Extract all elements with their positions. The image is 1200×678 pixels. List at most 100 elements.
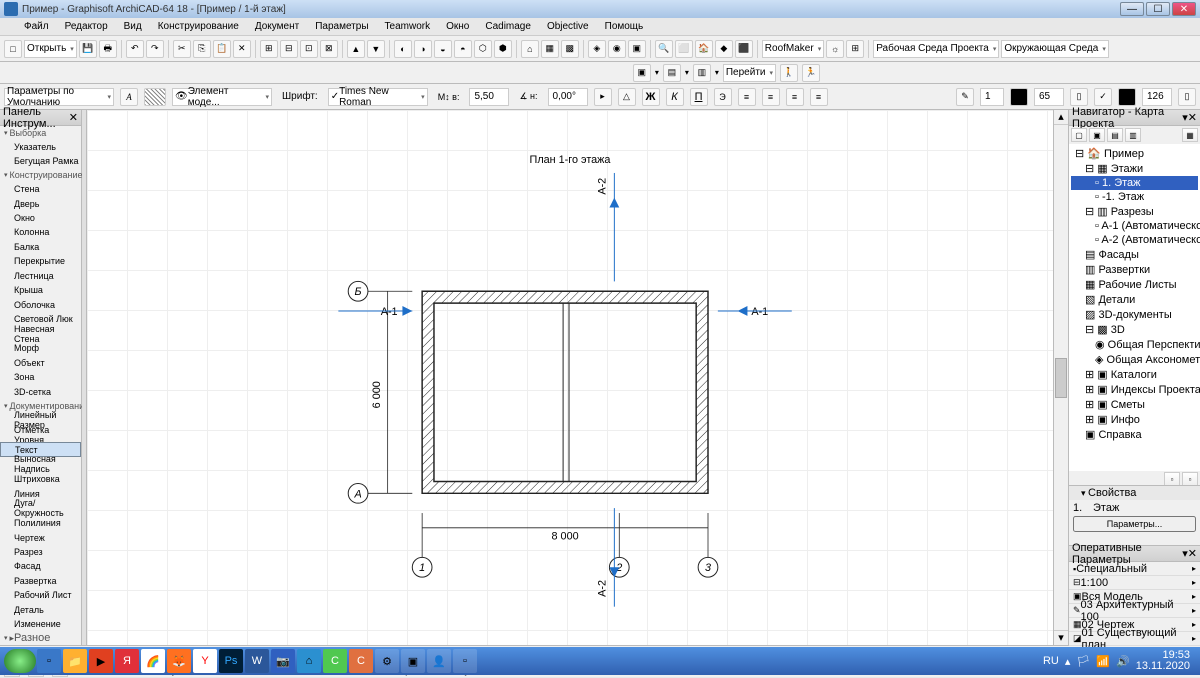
run-icon[interactable]: 🏃: [802, 64, 820, 82]
quick-row[interactable]: ✎ 03 Архитектурный 100▸: [1069, 604, 1200, 618]
taskbar-app-icon[interactable]: ▫: [453, 649, 477, 673]
tree-estimates[interactable]: ⊞ ▣ Сметы: [1071, 397, 1198, 412]
tool-arc[interactable]: Дуга/Окружность: [0, 501, 81, 516]
font-dropdown[interactable]: ✓ Times New Roman: [328, 88, 428, 106]
tree-icon[interactable]: ▫: [1182, 472, 1198, 486]
taskbar-app-icon[interactable]: C: [349, 649, 373, 673]
tree-details[interactable]: ▧ Детали: [1071, 292, 1198, 307]
taskbar-app-icon[interactable]: ▫: [37, 649, 61, 673]
tb-icon[interactable]: ⊞: [846, 40, 864, 58]
taskbar-app-icon[interactable]: 🌈: [141, 649, 165, 673]
new-button[interactable]: □: [4, 40, 22, 58]
tree-help[interactable]: ▣ Справка: [1071, 427, 1198, 442]
quick-row[interactable]: ⊟ 1:100▸: [1069, 576, 1200, 590]
tree-floor-neg1[interactable]: ▫ -1. Этаж: [1071, 190, 1198, 204]
tray-volume-icon[interactable]: 🔊: [1116, 655, 1130, 668]
tool-curtain-wall[interactable]: Навесная Стена: [0, 326, 81, 341]
tool-group-selection[interactable]: Выборка: [0, 126, 81, 139]
tool-label[interactable]: Выносная Надпись: [0, 457, 81, 472]
font-size-input[interactable]: 5,50: [469, 88, 509, 106]
tb-icon[interactable]: ◑: [414, 40, 432, 58]
canvas-area[interactable]: План 1-го этажа 1 2 3: [87, 110, 1053, 645]
italic-button[interactable]: К: [666, 88, 684, 106]
taskbar-app-icon[interactable]: W: [245, 649, 269, 673]
maximize-button[interactable]: ☐: [1146, 2, 1170, 16]
tool-interior-elev[interactable]: Развертка: [0, 574, 81, 588]
roofmaker-dropdown[interactable]: RoofMaker: [762, 40, 824, 58]
tree-worksheets[interactable]: ▦ Рабочие Листы: [1071, 277, 1198, 292]
copy-button[interactable]: ⎘: [193, 40, 211, 58]
tool-group-other[interactable]: ▸ Разное: [0, 631, 81, 644]
menu-window[interactable]: Окно: [442, 19, 473, 34]
tool-elevation[interactable]: Фасад: [0, 559, 81, 573]
height1-input[interactable]: 65: [1034, 88, 1064, 106]
strike-button[interactable]: Э: [714, 88, 732, 106]
open-dropdown[interactable]: Открыть: [24, 40, 77, 58]
paste-button[interactable]: 📋: [213, 40, 231, 58]
tool-morph[interactable]: Морф: [0, 341, 81, 355]
menu-teamwork[interactable]: Teamwork: [381, 19, 435, 34]
nav-tab-more[interactable]: ▦: [1182, 128, 1198, 142]
tb-icon[interactable]: ⌂: [521, 40, 539, 58]
tree-floor-1[interactable]: ▫ 1. Этаж: [1071, 176, 1198, 190]
tool-level-dim[interactable]: Отметка Уровня: [0, 427, 81, 442]
tray-flag-icon[interactable]: 🏳: [1076, 655, 1090, 668]
tb-icon[interactable]: ◆: [715, 40, 733, 58]
height2-input[interactable]: 126: [1142, 88, 1172, 106]
text-tool-icon[interactable]: A: [120, 88, 138, 106]
properties-button[interactable]: Параметры...: [1073, 516, 1196, 532]
tb-icon[interactable]: ▲: [347, 40, 365, 58]
menu-edit[interactable]: Редактор: [61, 19, 112, 34]
menu-cadimage[interactable]: Cadimage: [481, 19, 535, 34]
tb-icon[interactable]: 🏠: [695, 40, 713, 58]
environment-dropdown[interactable]: Рабочая Среда Проекта: [873, 40, 999, 58]
tb-icon[interactable]: 🔍: [655, 40, 673, 58]
taskbar-app-icon[interactable]: 🦊: [167, 649, 191, 673]
menu-view[interactable]: Вид: [120, 19, 146, 34]
tb-icon[interactable]: ☼: [826, 40, 844, 58]
menu-document[interactable]: Документ: [251, 19, 303, 34]
start-button[interactable]: [4, 649, 36, 673]
menu-file[interactable]: Файл: [20, 19, 53, 34]
taskbar-app-icon[interactable]: 📷: [271, 649, 295, 673]
tb-icon[interactable]: ◓: [454, 40, 472, 58]
tb-icon[interactable]: ⊡: [300, 40, 318, 58]
close-button[interactable]: ✕: [1172, 2, 1196, 16]
color-swatch[interactable]: [1118, 88, 1136, 106]
scroll-thumb[interactable]: [1055, 358, 1067, 398]
tool-marquee[interactable]: Бегущая Рамка: [0, 154, 81, 168]
tool-shell[interactable]: Оболочка: [0, 297, 81, 311]
defaults-dropdown[interactable]: Параметры по Умолчанию: [4, 88, 114, 106]
taskbar-app-icon[interactable]: ▶: [89, 649, 113, 673]
tb-icon[interactable]: ▣: [628, 40, 646, 58]
tb-icon[interactable]: ▣: [633, 64, 651, 82]
align-left-button[interactable]: ≡: [738, 88, 756, 106]
print-button[interactable]: 🖶: [99, 40, 117, 58]
nav-tab-project-map[interactable]: ▢: [1071, 128, 1087, 142]
tree-facades[interactable]: ▤ Фасады: [1071, 247, 1198, 262]
angle-input[interactable]: 0,00°: [548, 88, 588, 106]
walk-icon[interactable]: 🚶: [780, 64, 798, 82]
tree-3d-docs[interactable]: ▨ 3D-документы: [1071, 307, 1198, 322]
tool-drawing[interactable]: Чертеж: [0, 530, 81, 544]
tree-section-a2[interactable]: ▫ A-2 (Автоматическое обнов: [1071, 233, 1198, 247]
taskbar-app-icon[interactable]: Y: [193, 649, 217, 673]
taskbar-app-icon[interactable]: Ps: [219, 649, 243, 673]
tree-unfolds[interactable]: ▥ Развертки: [1071, 262, 1198, 277]
tool-slab[interactable]: Перекрытие: [0, 254, 81, 268]
tree-perspective[interactable]: ◉ Общая Перспектива: [1071, 337, 1198, 352]
taskbar-app-icon[interactable]: ⌂: [297, 649, 321, 673]
tool-detail[interactable]: Деталь: [0, 602, 81, 616]
tool-pointer[interactable]: Указатель: [0, 139, 81, 153]
align-right-button[interactable]: ≡: [786, 88, 804, 106]
tool-object[interactable]: Объект: [0, 356, 81, 370]
menu-options[interactable]: Параметры: [311, 19, 372, 34]
tb-icon[interactable]: ⬛: [735, 40, 753, 58]
delete-button[interactable]: ✕: [233, 40, 251, 58]
tree-floors[interactable]: ⊟ ▦ Этажи: [1071, 161, 1198, 176]
tb-icon[interactable]: ⬡: [474, 40, 492, 58]
tb-icon[interactable]: ▼: [367, 40, 385, 58]
tb-icon[interactable]: △: [618, 88, 636, 106]
tb-icon[interactable]: ⊠: [320, 40, 338, 58]
tree-root[interactable]: ⊟ 🏠 Пример: [1071, 146, 1198, 161]
